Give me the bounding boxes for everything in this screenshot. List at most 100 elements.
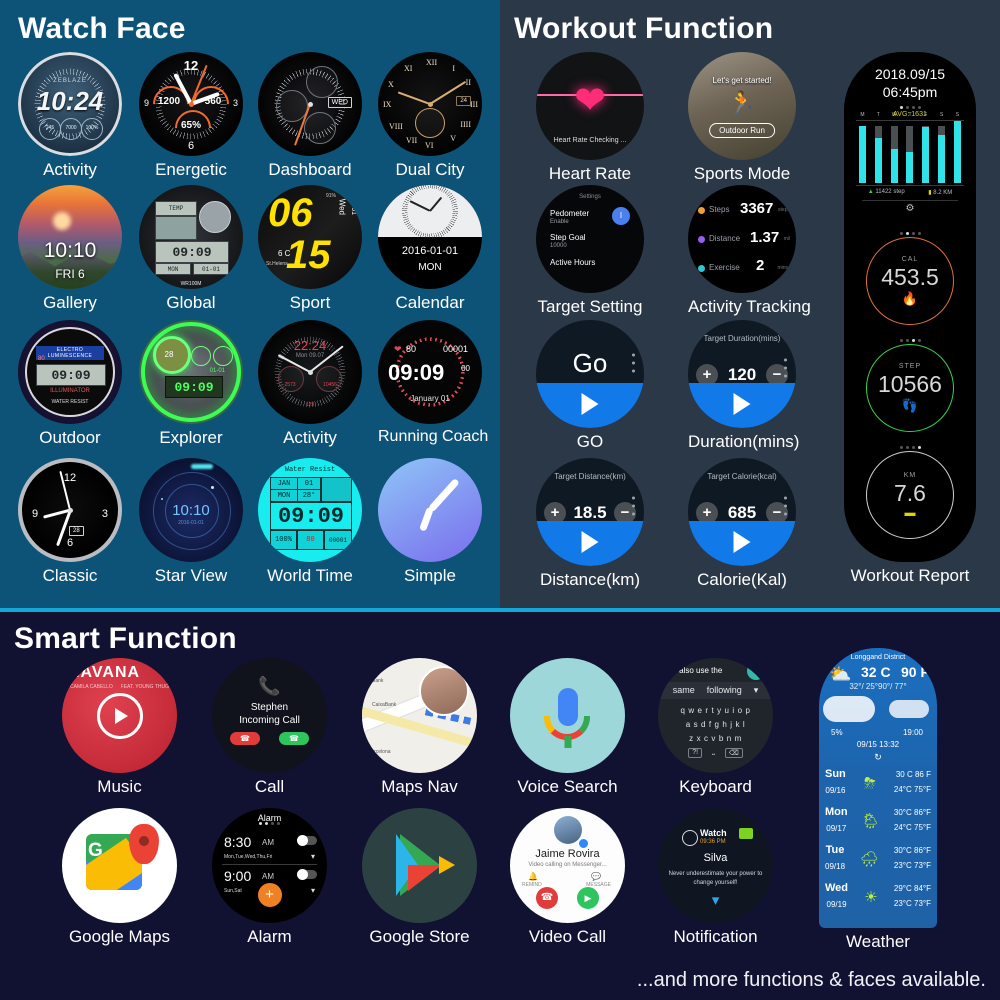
watch-face-card-running-coach[interactable]: ❤ 80 00001 09:09 00 January 01 Running C… xyxy=(378,320,488,446)
alarm-2-time[interactable]: 9:00 xyxy=(224,868,251,884)
alarm-1-toggle[interactable] xyxy=(297,835,317,846)
smart-card-video-call[interactable]: Jaime Rovira Video calling on Messenger.… xyxy=(510,808,625,947)
watch-face-card-star-view[interactable]: 10:10 2016-01-01 Star View xyxy=(139,458,243,586)
watch-face-card-gallery[interactable]: 10:10 FRI 6 Gallery xyxy=(18,185,122,313)
start-button[interactable] xyxy=(688,382,796,428)
confirm-icon[interactable]: ✓ xyxy=(747,662,765,680)
star-dot xyxy=(161,498,163,500)
workout-card-calorie[interactable]: Target Calorie(kcal) +685− Calorie(Kal) xyxy=(688,458,796,590)
water-resist-label: Water Resist xyxy=(284,466,336,474)
ring-key: STEP xyxy=(898,362,922,370)
incoming-call-icon: 📞 xyxy=(258,676,281,696)
chevron-down-icon[interactable]: ▾ xyxy=(311,852,315,861)
heart-rate-value: 129 xyxy=(305,402,315,408)
smart-caption: Music xyxy=(97,777,142,796)
smart-card-music[interactable]: HAVANA CAMILA CABELLO FEAT. YOUNG THUG M… xyxy=(62,658,177,797)
smart-card-voice-search[interactable]: Voice Search xyxy=(510,658,625,797)
setting-label-active-hours[interactable]: Active Hours xyxy=(550,258,595,267)
decline-call-icon[interactable]: ☎ xyxy=(230,732,260,745)
bell-icon[interactable]: 🔔 xyxy=(528,872,538,881)
watch-preview-dual-city: XII XI X IX VIII VII VI V IIII III II I … xyxy=(378,52,482,156)
watch-face-caption: Star View xyxy=(154,566,228,585)
watch-icon xyxy=(682,830,698,846)
watch-face-card-dual-city[interactable]: XII XI X IX VIII VII VI V IIII III II I … xyxy=(378,52,482,180)
smart-card-keyboard[interactable]: an also use the ✓ same following ▾ q w e… xyxy=(658,658,773,797)
start-button[interactable] xyxy=(536,382,644,428)
decline-call-icon[interactable]: ☎ xyxy=(536,887,558,909)
watch-face-card-dashboard[interactable]: WED Dashboard xyxy=(258,52,362,180)
alarm-2-toggle[interactable] xyxy=(297,869,317,880)
weekday-display: Wed xyxy=(337,198,346,215)
gear-icon[interactable]: ⚙ xyxy=(862,200,958,214)
workout-card-duration[interactable]: Target Duration(mins) +120− Duration(min… xyxy=(688,320,799,452)
refresh-icon[interactable]: ↻ xyxy=(819,752,937,763)
smart-card-weather[interactable]: Longgand District ⛅ 32 C 90 F 32°/ 25°90… xyxy=(808,648,948,952)
symbol-key[interactable]: ?! xyxy=(688,748,703,758)
smart-card-call[interactable]: 📞 Stephen Incoming Call ☎ ☎ Call xyxy=(212,658,327,797)
chevron-down-icon[interactable]: ▾ xyxy=(311,886,315,895)
watch-face-card-activity-2[interactable]: 22:24 Mon 09.07 2573 10456 129 Activity xyxy=(258,320,362,448)
watch-face-card-sport[interactable]: 06 15 Wed 24-01 6 C St.Helens 91% Sport xyxy=(258,185,362,313)
watch-face-card-explorer[interactable]: 28 09:09 01-01 Explorer xyxy=(139,320,243,448)
hand-pivot xyxy=(188,101,194,107)
suggestion-2[interactable]: following xyxy=(707,685,742,696)
workout-card-target-setting[interactable]: Settings Pedometer Enable I Step Goal 10… xyxy=(536,185,644,317)
space-key[interactable]: ⎵ xyxy=(712,748,715,758)
smart-card-notification[interactable]: Watch 09:36 PM Silva Never underestimate… xyxy=(658,808,773,947)
hand-pivot xyxy=(427,101,433,107)
watch-face-card-activity[interactable]: ZEBLAZE 10:24 245 7000 100% Activity xyxy=(18,52,122,180)
roman-numeral-viii: VIII xyxy=(389,122,403,131)
backspace-key[interactable]: ⌫ xyxy=(724,748,743,758)
workout-card-sports-mode[interactable]: Let's get started! 🏃 Outdoor Run Sports … xyxy=(688,52,796,184)
divider xyxy=(222,864,317,865)
hour-marker-3: 3 xyxy=(232,98,238,108)
exercise-unit: mins xyxy=(777,265,788,271)
smart-card-google-maps[interactable]: G Google Maps xyxy=(62,808,177,947)
workout-card-report[interactable]: 2018.09/15 06:45pm AVG: 1631 M T W T F S… xyxy=(840,52,980,586)
play-icon[interactable] xyxy=(96,692,143,739)
watch-face-card-calendar[interactable]: 2016-01-01 MON Calendar xyxy=(378,185,482,313)
setting-label-pedometer[interactable]: Pedometer xyxy=(550,209,589,218)
alarm-1-time[interactable]: 8:30 xyxy=(224,834,251,850)
setting-sub-pedometer: Enable xyxy=(550,219,569,225)
keyboard-row-1[interactable]: q w e r t y u i o p xyxy=(658,706,773,715)
forecast-hi-f: 86°F xyxy=(914,845,931,855)
start-button[interactable] xyxy=(688,520,796,566)
workout-card-heart-rate[interactable]: ❤ Heart Rate Checking ... Heart Rate xyxy=(536,52,644,184)
smart-card-maps-nav[interactable]: Bank CaixaBank Barcelona Maps Nav xyxy=(362,658,477,797)
watch-face-card-outdoor[interactable]: ELECTRO LUMINESCENCE 80 09:09 ILLUMINATO… xyxy=(18,320,122,448)
start-button[interactable] xyxy=(536,520,644,566)
workout-card-activity-tracking[interactable]: Steps 3367 steps Distance 1.37 mil Exerc… xyxy=(688,185,811,317)
time-display: 09:09 xyxy=(155,241,229,263)
keyboard-row-2[interactable]: a s d f g h j k l xyxy=(658,720,773,729)
watch-face-card-energetic[interactable]: 12 6 9 3 1200 560 65% Energetic xyxy=(139,52,243,180)
watch-face-card-world-time[interactable]: Water Resist JAN 01 MON 28° 09:09 100% 8… xyxy=(258,458,362,586)
smart-card-alarm[interactable]: Alarm 8:30 AM Mon,Tue,Wed,Thu,Fri ▾ 9:00… xyxy=(212,808,327,947)
hand-pivot xyxy=(67,507,73,513)
smart-card-google-store[interactable]: Google Store xyxy=(362,808,477,947)
workout-card-distance[interactable]: Target Distance(km) +18.5− Distance(km) xyxy=(536,458,644,590)
time-display: 10:24 xyxy=(36,86,104,116)
workout-card-go[interactable]: Go GO xyxy=(536,320,644,452)
hour-hand xyxy=(397,91,431,105)
watch-preview-global: TEMP 09:09 MON 01-01 WR100M xyxy=(139,185,243,289)
watch-face-card-classic[interactable]: 12 3 6 9 28 Classic xyxy=(18,458,122,586)
accept-call-icon[interactable]: ☎ xyxy=(279,732,309,745)
poi-label-bank: Bank xyxy=(372,678,384,684)
metric-value: 245 xyxy=(45,125,55,132)
accept-video-icon[interactable]: ▶ xyxy=(577,887,599,909)
setting-label-step-goal[interactable]: Step Goal xyxy=(550,233,586,242)
chevron-down-icon[interactable]: ▾ xyxy=(658,891,773,909)
mode-chip[interactable]: Outdoor Run xyxy=(709,123,775,138)
toggle-pedometer[interactable]: I xyxy=(612,207,630,225)
add-alarm-button[interactable]: + xyxy=(257,883,282,907)
message-icon[interactable]: 💬 xyxy=(591,872,601,881)
watch-face-card-simple[interactable]: Simple xyxy=(378,458,482,586)
heart-rate-value: 80 xyxy=(406,344,417,354)
keyboard-row-3[interactable]: z x c v b n m xyxy=(658,734,773,743)
chevron-down-icon[interactable]: ▾ xyxy=(754,685,759,696)
watch-face-card-global[interactable]: TEMP 09:09 MON 01-01 WR100M Global xyxy=(139,185,243,313)
suggestion-1[interactable]: same xyxy=(673,685,695,696)
alarm-2-days: Sun,Sat xyxy=(224,888,242,894)
date-display: Mon 09.07 xyxy=(295,353,325,359)
